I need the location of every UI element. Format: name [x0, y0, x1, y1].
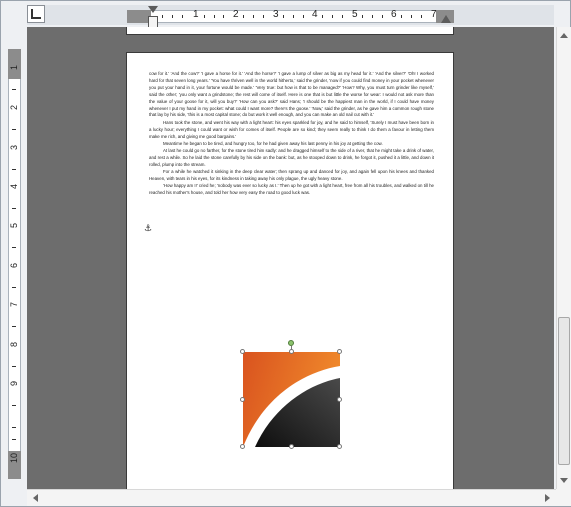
right-indent-marker[interactable]: [441, 15, 451, 23]
document-canvas[interactable]: cow for it.' 'And the cow?' 'I gave a ho…: [27, 27, 554, 489]
paragraph[interactable]: At last he could go no farther, for the …: [149, 148, 434, 169]
vertical-ruler-number: 2: [9, 105, 19, 111]
vertical-ruler-tick: [12, 326, 16, 327]
ruler-tick: [293, 15, 294, 18]
paragraph[interactable]: cow for it.' 'And the cow?' 'I gave a ho…: [149, 71, 434, 119]
document-page[interactable]: cow for it.' 'And the cow?' 'I gave a ho…: [126, 52, 454, 489]
ruler-number: 4: [312, 9, 318, 20]
ruler-tick: [253, 15, 254, 18]
ruler-tick: [332, 15, 333, 18]
scroll-left-icon[interactable]: [33, 494, 38, 502]
scroll-up-icon[interactable]: [560, 33, 568, 38]
vertical-ruler-tick: [12, 427, 16, 428]
vertical-ruler-number: 6: [9, 263, 19, 269]
vertical-ruler-number: 9: [9, 381, 19, 387]
resize-handle[interactable]: [240, 397, 245, 402]
vertical-ruler-number: 5: [9, 223, 19, 229]
resize-handle[interactable]: [337, 397, 342, 402]
vertical-ruler-tick: [12, 287, 16, 288]
first-line-indent-marker[interactable]: [148, 6, 158, 13]
scroll-right-icon[interactable]: [545, 494, 550, 502]
vertical-ruler-tick: [12, 439, 16, 440]
paragraph[interactable]: For a while he watched it sinking in the…: [149, 169, 434, 183]
vertical-ruler-tick: [12, 366, 16, 367]
vertical-ruler-tick: [12, 208, 16, 209]
resize-handle[interactable]: [240, 349, 245, 354]
body-text[interactable]: cow for it.' 'And the cow?' 'I gave a ho…: [149, 71, 434, 198]
ruler-tick: [263, 15, 264, 18]
horizontal-ruler[interactable]: 1 2 3 4 5 6 7: [27, 5, 554, 28]
anchor-icon[interactable]: ⚓: [144, 224, 152, 234]
ruler-tick: [204, 15, 205, 18]
vertical-ruler-tick: [12, 89, 16, 90]
scrollbar-corner: [556, 489, 571, 506]
ruler-number: 5: [352, 9, 358, 20]
ruler-number: 7: [431, 9, 437, 20]
ruler-tick: [411, 15, 412, 18]
ruler-tick: [303, 15, 304, 18]
vertical-ruler-number: 10: [9, 453, 19, 464]
ruler-number: 6: [391, 9, 397, 20]
horizontal-scrollbar[interactable]: [27, 489, 556, 506]
vertical-ruler-tick: [12, 169, 16, 170]
vertical-ruler-number: 1: [9, 65, 19, 71]
vertical-ruler-number: 8: [9, 342, 19, 348]
ruler-tick: [322, 15, 323, 18]
ruler-tick: [214, 15, 215, 18]
vertical-scroll-thumb[interactable]: [558, 317, 570, 465]
tab-stop-icon[interactable]: [27, 5, 45, 23]
image-graphic[interactable]: [243, 352, 340, 447]
ruler-tick: [172, 15, 173, 18]
resize-handle[interactable]: [240, 444, 245, 449]
ruler-tick: [162, 15, 163, 18]
ruler-tick: [362, 15, 363, 18]
paragraph[interactable]: Meantime he began to be tired, and hungr…: [149, 141, 434, 148]
ruler-tick: [421, 15, 422, 18]
vertical-ruler-number: 7: [9, 302, 19, 308]
resize-handle[interactable]: [289, 444, 294, 449]
ruler-tick: [182, 15, 183, 18]
vertical-ruler-tick: [12, 405, 16, 406]
ruler-number: 3: [273, 9, 279, 20]
scroll-down-icon[interactable]: [560, 478, 568, 483]
editor-window: 1 2 3 4 5 6 7 1 2 3 4 5 6 7 8 9 10 cow f…: [0, 0, 571, 507]
top-margin-area[interactable]: [8, 49, 21, 79]
vertical-ruler[interactable]: 1 2 3 4 5 6 7 8 9 10: [5, 49, 23, 479]
inserted-image[interactable]: [240, 340, 342, 449]
resize-handle[interactable]: [337, 444, 342, 449]
ruler-tick: [243, 15, 244, 18]
vertical-ruler-number: 4: [9, 184, 19, 190]
ruler-tick: [342, 15, 343, 18]
paragraph[interactable]: 'How happy am I!' cried he; 'nobody was …: [149, 183, 434, 197]
rotate-handle[interactable]: [288, 340, 294, 346]
vertical-ruler-tick: [12, 129, 16, 130]
ruler-number: 2: [233, 9, 239, 20]
paragraph[interactable]: Hans took the stone, and went his way wi…: [149, 120, 434, 141]
vertical-ruler-tick: [12, 247, 16, 248]
vertical-scrollbar[interactable]: [556, 27, 571, 489]
ruler-tick: [401, 15, 402, 18]
ruler-track: [127, 10, 454, 23]
vertical-ruler-number: 3: [9, 145, 19, 151]
ruler-tick: [223, 15, 224, 18]
resize-handle[interactable]: [337, 349, 342, 354]
ruler-tick: [372, 15, 373, 18]
resize-handle[interactable]: [289, 349, 294, 354]
ruler-number: 1: [193, 9, 199, 20]
ruler-tick: [382, 15, 383, 18]
ruler-tick: [283, 15, 284, 18]
previous-page[interactable]: [126, 27, 454, 35]
